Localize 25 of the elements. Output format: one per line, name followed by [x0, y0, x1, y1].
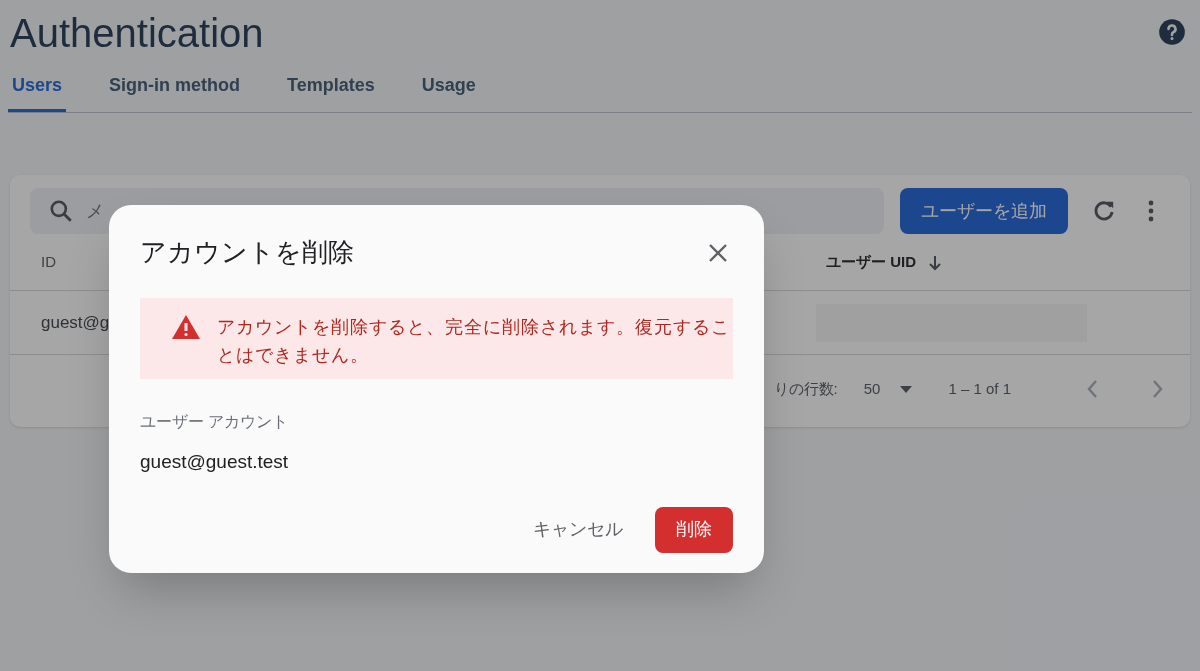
field-label: ユーザー アカウント [140, 412, 290, 432]
delete-button[interactable]: 削除 [655, 506, 733, 553]
column-header[interactable]: ユーザー UID [826, 251, 916, 274]
column-header[interactable]: ID [41, 251, 56, 274]
page-range: 1 – 1 of 1 [948, 378, 1011, 399]
rows-per-page-label: りの行数: [773, 378, 838, 399]
warning-icon [171, 314, 201, 340]
add-user-button[interactable]: ユーザーを追加 [900, 188, 1068, 234]
warning-message: アカウントを削除すると、完全に削除されます。復元することはできません。 [217, 316, 731, 367]
cancel-button[interactable]: キャンセル [517, 506, 639, 553]
more-options-icon[interactable] [1147, 199, 1155, 223]
close-icon[interactable] [708, 242, 728, 263]
table-cell: guest@g [41, 312, 110, 332]
rows-per-page-select[interactable]: 50 [863, 377, 913, 401]
help-icon[interactable] [1158, 18, 1186, 46]
tab[interactable]: Templates [283, 72, 379, 112]
field-value: guest@guest.test [140, 450, 290, 474]
sort-arrow-icon[interactable] [928, 254, 942, 271]
page-title: Authentication [10, 10, 264, 57]
tab[interactable]: Usage [417, 72, 480, 112]
tab[interactable]: Users [8, 72, 67, 112]
tab[interactable]: Sign-in method [105, 72, 245, 112]
dropdown-caret-icon [900, 385, 913, 393]
search-icon [48, 198, 74, 224]
dialog-title: アカウントを削除 [140, 236, 354, 269]
